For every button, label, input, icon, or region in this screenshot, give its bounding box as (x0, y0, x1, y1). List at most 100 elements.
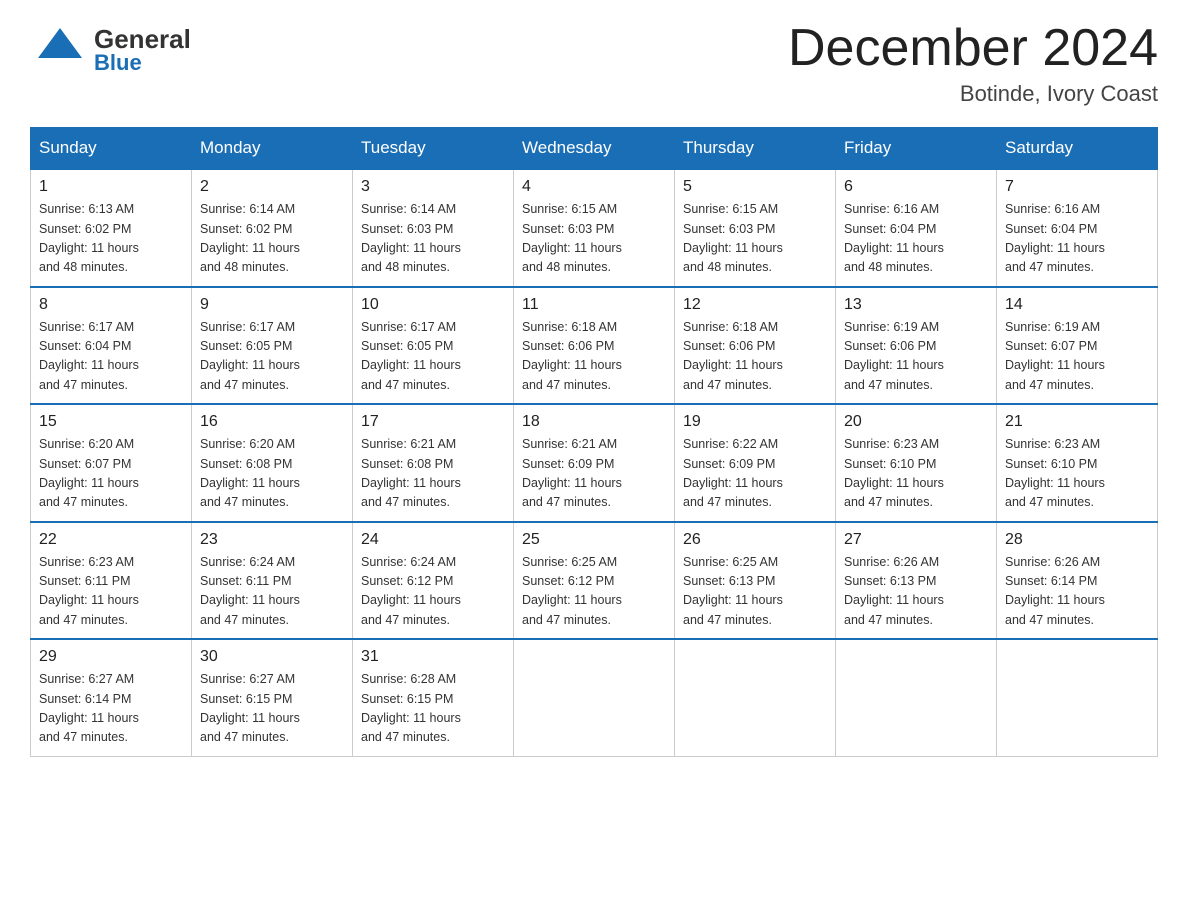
calendar-body: 1 Sunrise: 6:13 AMSunset: 6:02 PMDaylight… (31, 169, 1158, 756)
calendar-cell: 18 Sunrise: 6:21 AMSunset: 6:09 PMDayligh… (514, 404, 675, 522)
day-of-week-saturday: Saturday (997, 128, 1158, 170)
calendar-cell: 21 Sunrise: 6:23 AMSunset: 6:10 PMDayligh… (997, 404, 1158, 522)
day-number: 31 (361, 648, 505, 666)
day-number: 26 (683, 531, 827, 549)
day-info: Sunrise: 6:16 AMSunset: 6:04 PMDaylight:… (1005, 200, 1149, 278)
day-number: 28 (1005, 531, 1149, 549)
day-of-week-thursday: Thursday (675, 128, 836, 170)
logo-name: General Blue (94, 26, 191, 74)
day-info: Sunrise: 6:25 AMSunset: 6:12 PMDaylight:… (522, 553, 666, 631)
calendar-week-row: 15 Sunrise: 6:20 AMSunset: 6:07 PMDayligh… (31, 404, 1158, 522)
calendar-cell: 19Sunrise: 6:22 AMSunset: 6:09 PMDayligh… (675, 404, 836, 522)
day-number: 18 (522, 413, 666, 431)
calendar-cell: 23 Sunrise: 6:24 AMSunset: 6:11 PMDayligh… (192, 522, 353, 640)
calendar-cell: 17 Sunrise: 6:21 AMSunset: 6:08 PMDayligh… (353, 404, 514, 522)
day-info: Sunrise: 6:18 AMSunset: 6:06 PMDaylight:… (683, 318, 827, 396)
day-number: 16 (200, 413, 344, 431)
logo-general-text: General (94, 26, 191, 52)
day-number: 19 (683, 413, 827, 431)
calendar-week-row: 1 Sunrise: 6:13 AMSunset: 6:02 PMDaylight… (31, 169, 1158, 287)
day-number: 20 (844, 413, 988, 431)
day-number: 25 (522, 531, 666, 549)
day-number: 17 (361, 413, 505, 431)
calendar-cell (675, 639, 836, 756)
day-number: 11 (522, 296, 666, 314)
calendar-cell: 16 Sunrise: 6:20 AMSunset: 6:08 PMDayligh… (192, 404, 353, 522)
day-number: 9 (200, 296, 344, 314)
calendar-cell: 26 Sunrise: 6:25 AMSunset: 6:13 PMDayligh… (675, 522, 836, 640)
day-number: 2 (200, 178, 344, 196)
calendar-cell: 5Sunrise: 6:15 AMSunset: 6:03 PMDaylight… (675, 169, 836, 287)
location-text: Botinde, Ivory Coast (788, 81, 1158, 107)
day-info: Sunrise: 6:17 AMSunset: 6:04 PMDaylight:… (39, 318, 183, 396)
day-number: 15 (39, 413, 183, 431)
day-info: Sunrise: 6:26 AMSunset: 6:13 PMDaylight:… (844, 553, 988, 631)
day-info: Sunrise: 6:21 AMSunset: 6:09 PMDaylight:… (522, 435, 666, 513)
day-info: Sunrise: 6:20 AMSunset: 6:07 PMDaylight:… (39, 435, 183, 513)
calendar-table: SundayMondayTuesdayWednesdayThursdayFrid… (30, 127, 1158, 757)
calendar-cell: 6 Sunrise: 6:16 AMSunset: 6:04 PMDaylight… (836, 169, 997, 287)
day-info: Sunrise: 6:16 AMSunset: 6:04 PMDaylight:… (844, 200, 988, 278)
calendar-cell (997, 639, 1158, 756)
calendar-cell: 20 Sunrise: 6:23 AMSunset: 6:10 PMDayligh… (836, 404, 997, 522)
day-info: Sunrise: 6:23 AMSunset: 6:10 PMDaylight:… (844, 435, 988, 513)
day-number: 30 (200, 648, 344, 666)
calendar-cell: 22 Sunrise: 6:23 AMSunset: 6:11 PMDayligh… (31, 522, 192, 640)
day-number: 7 (1005, 178, 1149, 196)
day-info: Sunrise: 6:17 AMSunset: 6:05 PMDaylight:… (200, 318, 344, 396)
logo: General Blue (30, 20, 191, 80)
day-of-week-tuesday: Tuesday (353, 128, 514, 170)
day-of-week-wednesday: Wednesday (514, 128, 675, 170)
calendar-cell (836, 639, 997, 756)
page-header: General Blue December 2024 Botinde, Ivor… (30, 20, 1158, 107)
calendar-cell: 27 Sunrise: 6:26 AMSunset: 6:13 PMDayligh… (836, 522, 997, 640)
day-info: Sunrise: 6:27 AMSunset: 6:14 PMDaylight:… (39, 670, 183, 748)
day-info: Sunrise: 6:27 AMSunset: 6:15 PMDaylight:… (200, 670, 344, 748)
calendar-cell: 9 Sunrise: 6:17 AMSunset: 6:05 PMDaylight… (192, 287, 353, 405)
day-info: Sunrise: 6:28 AMSunset: 6:15 PMDaylight:… (361, 670, 505, 748)
day-info: Sunrise: 6:26 AMSunset: 6:14 PMDaylight:… (1005, 553, 1149, 631)
day-info: Sunrise: 6:25 AMSunset: 6:13 PMDaylight:… (683, 553, 827, 631)
calendar-cell: 24Sunrise: 6:24 AMSunset: 6:12 PMDayligh… (353, 522, 514, 640)
day-number: 23 (200, 531, 344, 549)
day-number: 3 (361, 178, 505, 196)
calendar-week-row: 22 Sunrise: 6:23 AMSunset: 6:11 PMDayligh… (31, 522, 1158, 640)
calendar-cell: 28 Sunrise: 6:26 AMSunset: 6:14 PMDayligh… (997, 522, 1158, 640)
day-number: 21 (1005, 413, 1149, 431)
days-of-week-row: SundayMondayTuesdayWednesdayThursdayFrid… (31, 128, 1158, 170)
day-info: Sunrise: 6:18 AMSunset: 6:06 PMDaylight:… (522, 318, 666, 396)
calendar-cell: 10 Sunrise: 6:17 AMSunset: 6:05 PMDayligh… (353, 287, 514, 405)
day-info: Sunrise: 6:24 AMSunset: 6:11 PMDaylight:… (200, 553, 344, 631)
calendar-cell: 13Sunrise: 6:19 AMSunset: 6:06 PMDayligh… (836, 287, 997, 405)
day-number: 1 (39, 178, 183, 196)
day-number: 8 (39, 296, 183, 314)
day-number: 27 (844, 531, 988, 549)
title-block: December 2024 Botinde, Ivory Coast (788, 20, 1158, 107)
calendar-cell: 12 Sunrise: 6:18 AMSunset: 6:06 PMDayligh… (675, 287, 836, 405)
calendar-cell: 7 Sunrise: 6:16 AMSunset: 6:04 PMDaylight… (997, 169, 1158, 287)
day-info: Sunrise: 6:19 AMSunset: 6:07 PMDaylight:… (1005, 318, 1149, 396)
day-info: Sunrise: 6:14 AMSunset: 6:03 PMDaylight:… (361, 200, 505, 278)
day-number: 12 (683, 296, 827, 314)
day-info: Sunrise: 6:23 AMSunset: 6:10 PMDaylight:… (1005, 435, 1149, 513)
day-number: 13 (844, 296, 988, 314)
day-number: 22 (39, 531, 183, 549)
day-of-week-sunday: Sunday (31, 128, 192, 170)
day-number: 6 (844, 178, 988, 196)
calendar-cell: 2 Sunrise: 6:14 AMSunset: 6:02 PMDaylight… (192, 169, 353, 287)
day-info: Sunrise: 6:13 AMSunset: 6:02 PMDaylight:… (39, 200, 183, 278)
calendar-cell: 30 Sunrise: 6:27 AMSunset: 6:15 PMDayligh… (192, 639, 353, 756)
calendar-cell: 29 Sunrise: 6:27 AMSunset: 6:14 PMDayligh… (31, 639, 192, 756)
day-info: Sunrise: 6:17 AMSunset: 6:05 PMDaylight:… (361, 318, 505, 396)
day-info: Sunrise: 6:23 AMSunset: 6:11 PMDaylight:… (39, 553, 183, 631)
day-info: Sunrise: 6:15 AMSunset: 6:03 PMDaylight:… (522, 200, 666, 278)
day-info: Sunrise: 6:20 AMSunset: 6:08 PMDaylight:… (200, 435, 344, 513)
day-info: Sunrise: 6:21 AMSunset: 6:08 PMDaylight:… (361, 435, 505, 513)
calendar-cell: 14Sunrise: 6:19 AMSunset: 6:07 PMDayligh… (997, 287, 1158, 405)
calendar-cell: 15 Sunrise: 6:20 AMSunset: 6:07 PMDayligh… (31, 404, 192, 522)
day-number: 10 (361, 296, 505, 314)
day-info: Sunrise: 6:14 AMSunset: 6:02 PMDaylight:… (200, 200, 344, 278)
day-number: 5 (683, 178, 827, 196)
day-number: 29 (39, 648, 183, 666)
logo-blue-text: Blue (94, 52, 191, 74)
